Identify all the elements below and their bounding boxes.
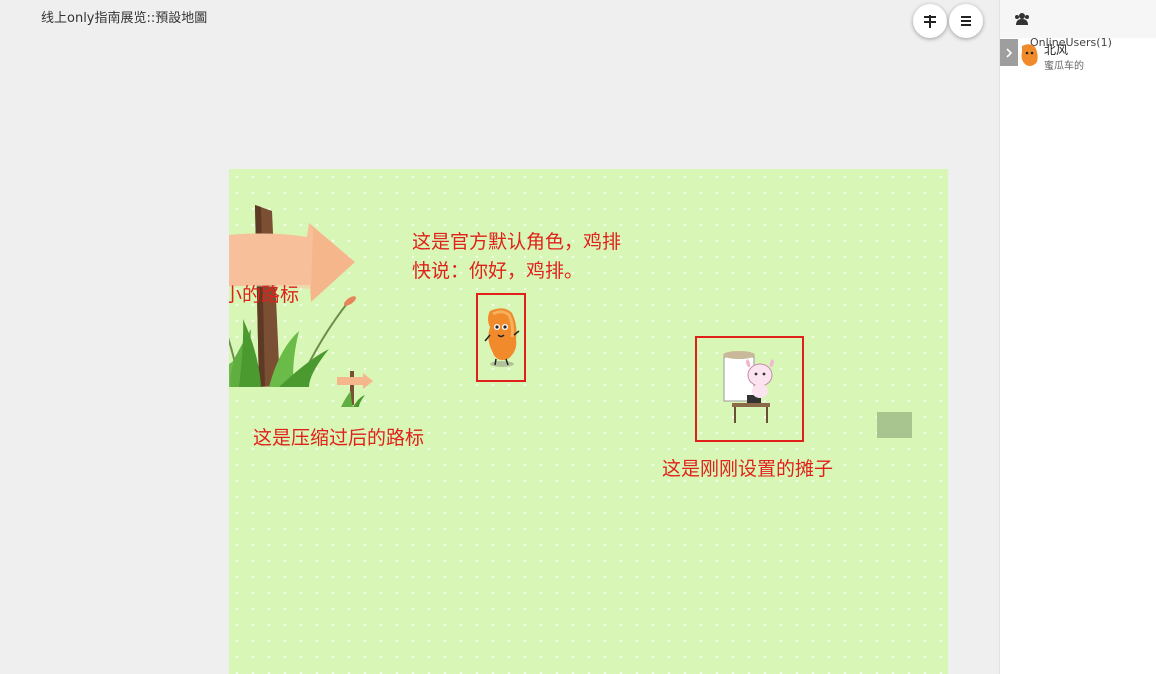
chevron-right-icon [1006,47,1013,58]
filter-button[interactable] [913,4,947,38]
note-default-role-line2: 快说：你好，鸡排。 [412,260,584,282]
user-subtitle: 蜜瓜车的 [1044,61,1084,72]
stall-highlight-box [695,336,804,442]
window-title: 线上only指南展览::預設地圖 [41,11,208,26]
note-default-role-line1: 这是官方默认角色，鸡排 [412,231,622,253]
note-compressed-sign: 这是压缩过后的路标 [253,427,425,449]
collapse-panel-button[interactable] [1000,39,1018,66]
panel-header [1000,0,1156,38]
map-object-tile [877,412,912,438]
note-original-sign: 这是原大小的路标 [229,284,300,306]
game-map[interactable]: 这是原大小的路标 这是压缩过后的路标 这是官方默认角色，鸡排 快说：你好，鸡排。… [229,169,948,674]
note-stall: 这是刚刚设置的摊子 [662,458,834,480]
users-icon [1015,13,1029,25]
online-users-panel: OnlineUsers(1) 北风 蜜瓜车的 [999,0,1156,674]
character-highlight-box [476,293,526,382]
user-name[interactable]: 北风 [1044,41,1068,58]
filter-icon [924,15,936,28]
avatar [1021,44,1038,66]
menu-icon [961,16,971,26]
small-signpost [337,371,373,407]
note-default-role: 这是官方默认角色，鸡排 快说：你好，鸡排。 [412,228,621,286]
menu-button[interactable] [949,4,983,38]
panel-title: OnlineUsers(1) [1030,36,1112,49]
